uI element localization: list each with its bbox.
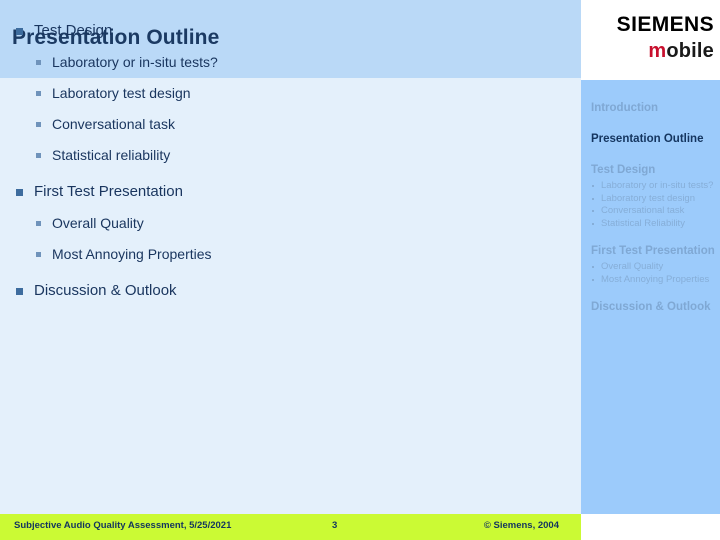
mobile-rest-letters: obile	[666, 40, 714, 62]
nav-subitem[interactable]: Statistical Reliability	[591, 218, 715, 231]
small-square-bullet-icon	[36, 221, 41, 226]
outline-item-level2: Laboratory test design	[0, 80, 560, 106]
nav-subitem[interactable]: Laboratory or in-situ tests?	[591, 180, 715, 193]
nav-section-spacer	[591, 286, 715, 299]
footer-filler	[581, 514, 720, 540]
outline-item-level1: First Test Presentation	[0, 179, 560, 205]
square-bullet-icon	[16, 189, 23, 196]
nav-subitem-label: Conversational task	[601, 205, 685, 216]
outline-list: Test Design Laboratory or in-situ tests? L…	[0, 18, 560, 309]
mobile-accent-letter: m	[648, 40, 667, 62]
dot-bullet-icon	[592, 197, 594, 200]
nav-subitem-label: Overall Quality	[601, 261, 664, 272]
outline-item-label: Conversational task	[52, 116, 175, 132]
nav-subitem-label: Most Annoying Properties	[601, 273, 710, 285]
outline-item-level2: Conversational task	[0, 111, 560, 137]
outline-item-level1: Discussion & Outlook	[0, 278, 560, 304]
logo-area: SIEMENS mobile	[581, 0, 720, 80]
nav-subitem-label: Laboratory or in-situ tests?	[601, 180, 714, 191]
footer-subject-date: Subjective Audio Quality Assessment, 5/2…	[14, 520, 232, 531]
nav-subitem[interactable]: Overall Quality	[591, 261, 715, 274]
square-bullet-icon	[16, 288, 23, 295]
outline-item-label: First Test Presentation	[34, 183, 183, 200]
navigation-sections: Introduction Presentation Outline Test Des…	[591, 100, 715, 317]
outline-item-label: Laboratory or in-situ tests?	[52, 54, 218, 70]
nav-subitem[interactable]: Laboratory test design	[591, 193, 715, 206]
dot-bullet-icon	[592, 185, 594, 187]
small-square-bullet-icon	[36, 122, 41, 127]
nav-section-introduction[interactable]: Introduction	[591, 100, 715, 116]
small-square-bullet-icon	[36, 153, 41, 158]
outline-item-label: Test Design	[34, 22, 113, 39]
nav-section-test-design[interactable]: Test Design	[591, 162, 715, 178]
outline-item-label: Statistical reliability	[52, 147, 171, 163]
small-square-bullet-icon	[36, 60, 41, 65]
outline-item-level2: Overall Quality	[0, 210, 560, 236]
outline-item-label: Laboratory test design	[52, 85, 191, 101]
square-bullet-icon	[16, 28, 23, 35]
footer-copyright: © Siemens, 2004	[483, 520, 559, 531]
footer-page-number: 3	[332, 520, 338, 531]
nav-section-spacer	[591, 118, 715, 131]
dot-bullet-icon	[592, 210, 594, 212]
nav-subitem[interactable]: Most Annoying Properties	[591, 274, 715, 287]
outline-item-label: Discussion & Outlook	[34, 282, 177, 299]
siemens-wordmark: SIEMENS	[616, 13, 714, 36]
nav-section-first-test-presentation[interactable]: First Test Presentation	[591, 243, 715, 259]
small-square-bullet-icon	[36, 252, 41, 257]
dot-bullet-icon	[592, 278, 594, 281]
nav-section-presentation-outline[interactable]: Presentation Outline	[591, 131, 715, 147]
dot-bullet-icon	[592, 222, 594, 225]
outline-item-level2: Statistical reliability	[0, 142, 560, 168]
outline-item-level2: Laboratory or in-situ tests?	[0, 49, 560, 75]
small-square-bullet-icon	[36, 91, 41, 96]
nav-subitem-label: Laboratory test design	[601, 192, 696, 204]
outline-item-level1: Test Design	[0, 18, 560, 44]
outline-item-label: Most Annoying Properties	[52, 246, 212, 262]
nav-subitem-label: Statistical Reliability	[601, 217, 685, 229]
nav-subitem[interactable]: Conversational task	[591, 205, 715, 218]
nav-section-spacer	[591, 149, 715, 162]
navigation-panel: Introduction Presentation Outline Test Des…	[581, 80, 720, 514]
outline-item-level2: Most Annoying Properties	[0, 241, 560, 267]
outline-item-label: Overall Quality	[52, 215, 144, 231]
nav-section-spacer	[591, 230, 715, 243]
slide: Presentation Outline SIEMENS mobile Test…	[0, 0, 720, 540]
dot-bullet-icon	[592, 266, 594, 268]
nav-section-discussion-outlook[interactable]: Discussion & Outlook	[591, 299, 715, 315]
siemens-mobile-wordmark: mobile	[648, 41, 714, 61]
slide-footer: Subjective Audio Quality Assessment, 5/2…	[0, 514, 581, 540]
